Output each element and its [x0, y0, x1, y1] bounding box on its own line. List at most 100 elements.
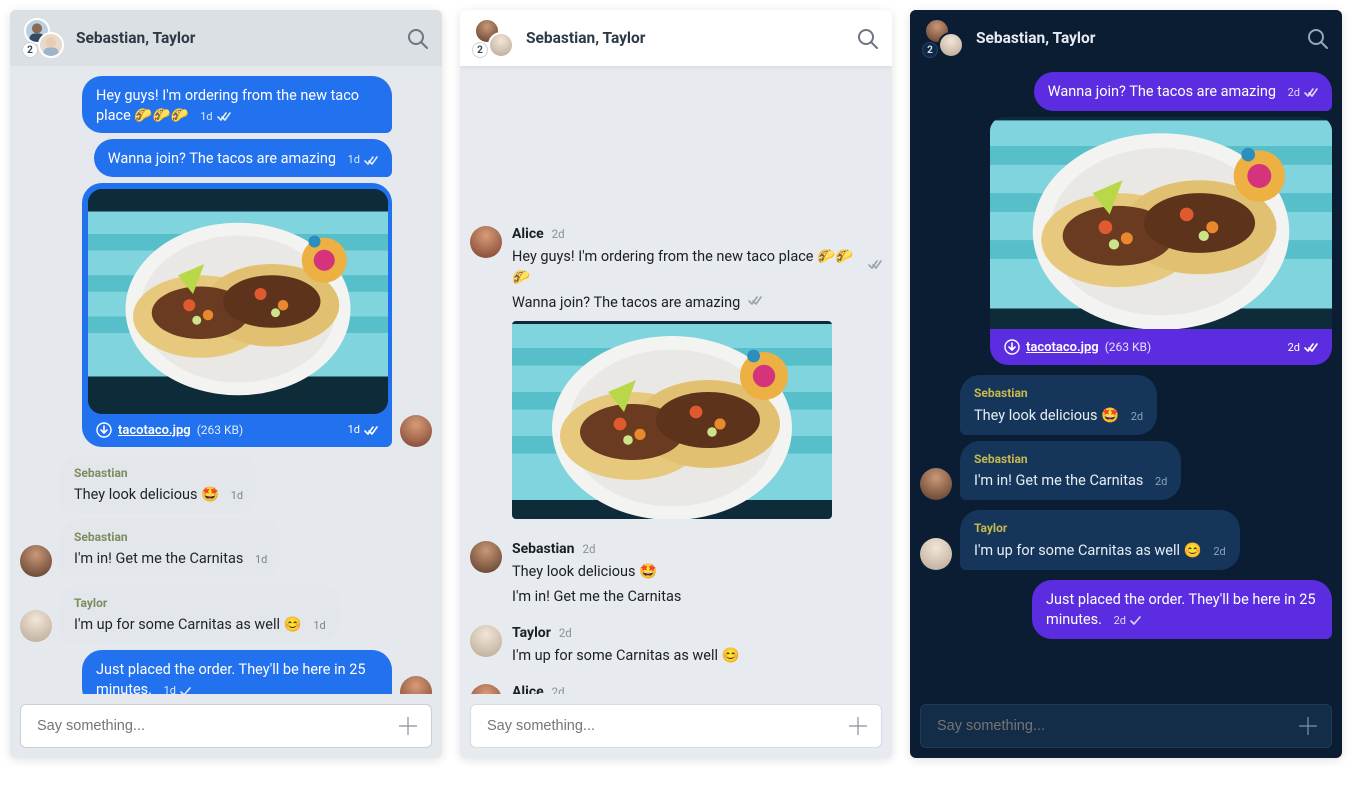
attachment-image[interactable]	[88, 189, 388, 414]
download-icon[interactable]	[96, 422, 112, 438]
chat-header: 2 Sebastian, Taylor	[910, 10, 1342, 66]
message-bubble[interactable]: Sebastian I'm in! Get me the Carnitas 1d	[60, 519, 281, 577]
chat-header: 2 Sebastian, Taylor	[10, 10, 442, 66]
search-icon[interactable]	[406, 27, 428, 49]
composer-box[interactable]	[20, 704, 432, 748]
read-receipt-double-icon	[364, 425, 378, 436]
panel-bubbles-dark: 2 Sebastian, Taylor Wanna join? The taco…	[910, 10, 1342, 758]
avatar-alice[interactable]	[470, 226, 502, 258]
sender-name: Sebastian	[512, 541, 575, 557]
message-bubble[interactable]: Sebastian I'm in! Get me the Carnitas 2d	[960, 441, 1181, 501]
message-bubble[interactable]: Hey guys! I'm ordering from the new taco…	[82, 76, 392, 133]
composer-box[interactable]	[470, 704, 882, 748]
avatar-sebastian[interactable]	[920, 468, 952, 500]
avatar-alice[interactable]	[400, 676, 432, 694]
message-bubble[interactable]: Wanna join? The tacos are amazing 2d	[1034, 72, 1332, 111]
message-row: Just placed the order. They'll be here i…	[20, 650, 432, 694]
message-bubble[interactable]: Taylor I'm up for some Carnitas as well …	[960, 510, 1240, 570]
message-bubble[interactable]: Taylor I'm up for some Carnitas as well …	[60, 585, 340, 643]
attachment-image[interactable]	[990, 117, 1332, 329]
message-text: Just placed the order. They'll be here i…	[1046, 591, 1316, 628]
avatar-sebastian[interactable]	[20, 545, 52, 577]
message-thread: Hey guys! I'm ordering from the new taco…	[10, 66, 442, 694]
message-row: Wanna join? The tacos are amazing 2d tac…	[920, 72, 1332, 365]
plus-icon[interactable]	[845, 713, 871, 739]
sender-name: Alice	[512, 226, 544, 242]
search-icon[interactable]	[856, 27, 878, 49]
participants-avatar-stack[interactable]: 2	[474, 18, 514, 58]
sender-name: Taylor	[512, 625, 551, 641]
message-row: Just placed the order. They'll be here i…	[920, 580, 1332, 639]
message-time: 1d	[164, 684, 176, 694]
message-input[interactable]	[35, 717, 395, 735]
composer	[10, 694, 442, 758]
plus-icon[interactable]	[395, 713, 421, 739]
composer	[910, 694, 1342, 758]
message-time: 1d	[255, 553, 267, 568]
download-icon[interactable]	[1004, 339, 1020, 355]
read-receipt-double-icon	[1304, 87, 1318, 98]
avatar-sebastian[interactable]	[470, 541, 502, 573]
message-bubble[interactable]: Sebastian They look delicious 🤩 1d	[60, 455, 257, 513]
chat-title: Sebastian, Taylor	[976, 29, 1294, 47]
plus-icon[interactable]	[1295, 713, 1321, 739]
message-bubble[interactable]: Wanna join? The tacos are amazing 1d	[94, 139, 392, 177]
attachment-filename[interactable]: tacotaco.jpg	[118, 422, 191, 440]
message-row: Taylor I'm up for some Carnitas as well …	[20, 585, 432, 643]
message-time: 2d	[1213, 544, 1225, 559]
message-bubble[interactable]: Sebastian They look delicious 🤩 2d	[960, 375, 1157, 435]
read-receipt-double-icon	[1304, 342, 1318, 353]
message-text: I'm up for some Carnitas as well 😊	[512, 645, 740, 666]
read-receipt-double-icon	[868, 259, 882, 270]
chat-header: 2 Sebastian, Taylor	[460, 10, 892, 66]
avatar-taylor[interactable]	[920, 538, 952, 570]
message-text: Wanna join? The tacos are amazing	[108, 150, 336, 167]
message-time: 2d	[1155, 474, 1167, 489]
avatar-taylor[interactable]	[20, 610, 52, 642]
read-receipt-single-icon	[1130, 615, 1142, 626]
message-time: 1d	[348, 153, 360, 168]
message-time: 2d	[559, 626, 572, 640]
message-bubble[interactable]: Just placed the order. They'll be here i…	[82, 650, 392, 694]
sender-name: Alice	[512, 684, 544, 694]
message-time: 1d	[231, 489, 243, 504]
message-input[interactable]	[935, 717, 1295, 735]
attachment-image[interactable]	[512, 321, 832, 519]
image-message-bubble[interactable]: tacotaco.jpg (263 KB) 2d	[990, 117, 1332, 365]
message-text: They look delicious 🤩	[974, 407, 1119, 424]
panel-flat: 2 Sebastian, Taylor Alice2d Hey guys! I'…	[460, 10, 892, 758]
sender-name: Taylor	[974, 520, 1226, 537]
read-receipt-double-icon	[748, 295, 762, 306]
message-row: Hey guys! I'm ordering from the new taco…	[20, 76, 432, 447]
message-bubble[interactable]: Just placed the order. They'll be here i…	[1032, 580, 1332, 639]
search-icon[interactable]	[1306, 27, 1328, 49]
message-text: I'm up for some Carnitas as well 😊	[74, 616, 302, 633]
image-message-bubble[interactable]: tacotaco.jpg (263 KB) 1d	[82, 183, 392, 448]
sender-name: Sebastian	[974, 451, 1167, 468]
message-text: I'm in! Get me the Carnitas	[974, 472, 1143, 489]
participants-avatar-stack[interactable]: 2	[24, 18, 64, 58]
message-row: Sebastian They look delicious 🤩 2d Sebas…	[920, 375, 1332, 500]
sender-name: Taylor	[74, 595, 326, 611]
message-text: Wanna join? The tacos are amazing	[1048, 83, 1276, 100]
read-receipt-double-icon	[364, 155, 378, 166]
message-time: 2d	[1288, 341, 1300, 354]
composer-box[interactable]	[920, 704, 1332, 748]
composer	[460, 694, 892, 758]
message-text: I'm in! Get me the Carnitas	[74, 550, 243, 567]
avatar-taylor	[488, 32, 514, 58]
message-time: 2d	[1114, 613, 1126, 628]
chat-title: Sebastian, Taylor	[526, 29, 844, 47]
message-input[interactable]	[485, 717, 845, 735]
avatar-taylor	[938, 32, 964, 58]
participants-avatar-stack[interactable]: 2	[924, 18, 964, 58]
attachment-filename[interactable]: tacotaco.jpg	[1026, 340, 1099, 355]
participant-count-badge: 2	[472, 42, 488, 58]
panel-bubbles-light: 2 Sebastian, Taylor Hey guys! I'm orderi…	[10, 10, 442, 758]
message-time: 2d	[552, 227, 565, 241]
avatar-alice[interactable]	[400, 415, 432, 447]
message-row: Sebastian They look delicious 🤩 1d Sebas…	[20, 455, 432, 577]
avatar-alice[interactable]	[470, 684, 502, 694]
avatar-taylor[interactable]	[470, 625, 502, 657]
read-receipt-single-icon	[180, 686, 192, 694]
